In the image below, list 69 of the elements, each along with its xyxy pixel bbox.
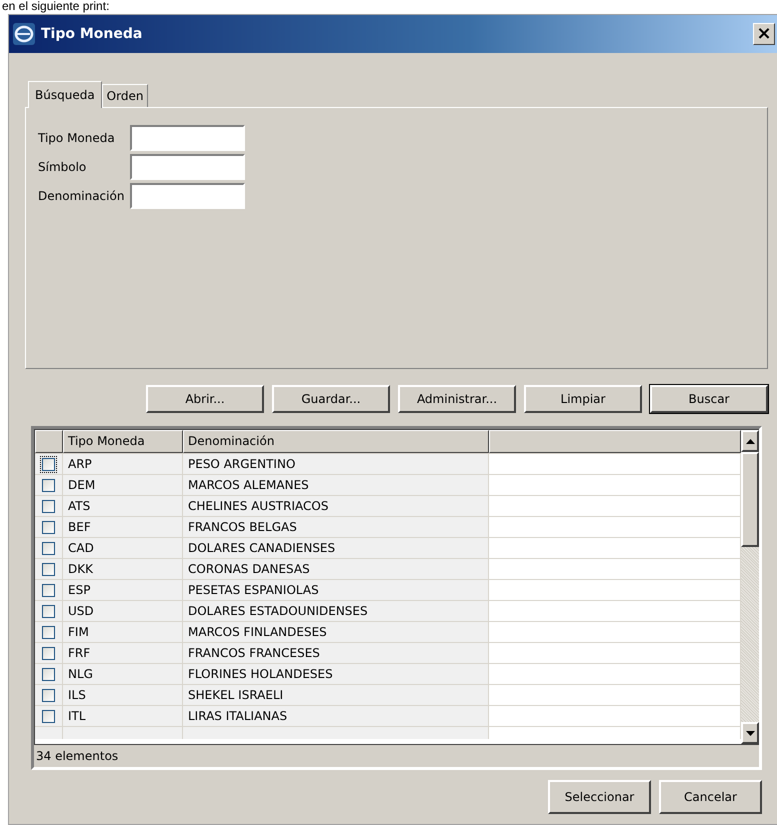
scroll-thumb[interactable] — [741, 452, 759, 547]
row-checkbox[interactable] — [42, 458, 55, 470]
table-cell: SHEKEL ISRAELI — [183, 685, 489, 705]
field-label: Denominación — [38, 189, 124, 203]
column-header[interactable]: Tipo Moneda — [63, 430, 183, 453]
field-label: Símbolo — [38, 160, 88, 174]
table-cell: DEM — [63, 475, 183, 495]
table-cell: ITL — [63, 706, 183, 726]
column-header[interactable]: Denominación — [183, 430, 489, 453]
table-cell: MARCOS FINLANDESES — [183, 622, 489, 642]
row-checkbox[interactable] — [42, 584, 55, 596]
row-checkbox[interactable] — [42, 604, 55, 618]
table-cell: FRANCOS FRANCESES — [183, 643, 489, 663]
scrollbar[interactable] — [741, 430, 759, 744]
row-checkbox[interactable] — [42, 688, 55, 702]
scroll-up-button[interactable] — [741, 430, 759, 452]
row-checkbox[interactable] — [42, 520, 55, 534]
table-cell: DOLARES CANADIENSES — [183, 538, 489, 558]
up-arrow-icon — [746, 438, 754, 444]
action-button[interactable]: Abrir... — [146, 385, 264, 413]
column-header[interactable] — [489, 430, 741, 453]
table-cell: FRF — [63, 643, 183, 663]
table-cell: NLG — [63, 664, 183, 684]
action-button[interactable]: Buscar — [650, 385, 768, 413]
table-cell: FRANCOS BELGAS — [183, 517, 489, 537]
row-checkbox[interactable] — [42, 542, 55, 554]
row-checkbox[interactable] — [42, 478, 55, 492]
table-cell: USD — [63, 601, 183, 621]
table-cell: PESETAS ESPANIOLAS — [183, 580, 489, 600]
window-title: Tipo Moneda — [41, 26, 144, 42]
row-checkbox[interactable] — [42, 668, 55, 680]
row-checkbox[interactable] — [42, 646, 55, 660]
column-header[interactable] — [35, 430, 63, 453]
table-cell: FLORINES HOLANDESES — [183, 664, 489, 684]
table-cell: CHELINES AUSTRIACOS — [183, 496, 489, 516]
row-checkbox[interactable] — [42, 562, 55, 576]
caption-text: en el siguiente print: — [1, 0, 110, 12]
table-cell: ARP — [63, 454, 183, 474]
table-cell: ATS — [63, 496, 183, 516]
dialog-button[interactable]: Cancelar — [659, 780, 762, 814]
table-cell: FIM — [63, 622, 183, 642]
table-cell: CAD — [63, 538, 183, 558]
input-field[interactable] — [130, 183, 246, 209]
input-field[interactable] — [130, 154, 246, 180]
row-checkbox[interactable] — [42, 500, 55, 512]
table-cell: DKK — [63, 559, 183, 579]
close-button[interactable]: × — [753, 23, 775, 45]
table-cell: BEF — [63, 517, 183, 537]
table-cell: LIRAS ITALIANAS — [183, 706, 489, 726]
tab[interactable]: Búsqueda — [28, 81, 102, 108]
input-field[interactable] — [130, 125, 246, 151]
table-cell: MARCOS ALEMANES — [183, 475, 489, 495]
table-cell: ILS — [63, 685, 183, 705]
table-cell: ESP — [63, 580, 183, 600]
action-button[interactable]: Limpiar — [524, 385, 642, 413]
tab[interactable]: Orden — [102, 84, 148, 107]
item-count: 34 elementos — [35, 748, 120, 765]
app-logo-icon — [13, 23, 35, 45]
action-button[interactable]: Administrar... — [398, 385, 516, 413]
table-cell: CORONAS DANESAS — [183, 559, 489, 579]
down-arrow-icon — [746, 730, 754, 736]
row-checkbox[interactable] — [42, 626, 55, 638]
dialog-button[interactable]: Seleccionar — [548, 780, 651, 814]
field-label: Tipo Moneda — [38, 131, 116, 145]
table-cell: DOLARES ESTADOUNIDENSES — [183, 601, 489, 621]
action-button[interactable]: Guardar... — [272, 385, 390, 413]
row-checkbox[interactable] — [42, 710, 55, 722]
scroll-down-button[interactable] — [741, 722, 759, 744]
table-cell: PESO ARGENTINO — [183, 454, 489, 474]
